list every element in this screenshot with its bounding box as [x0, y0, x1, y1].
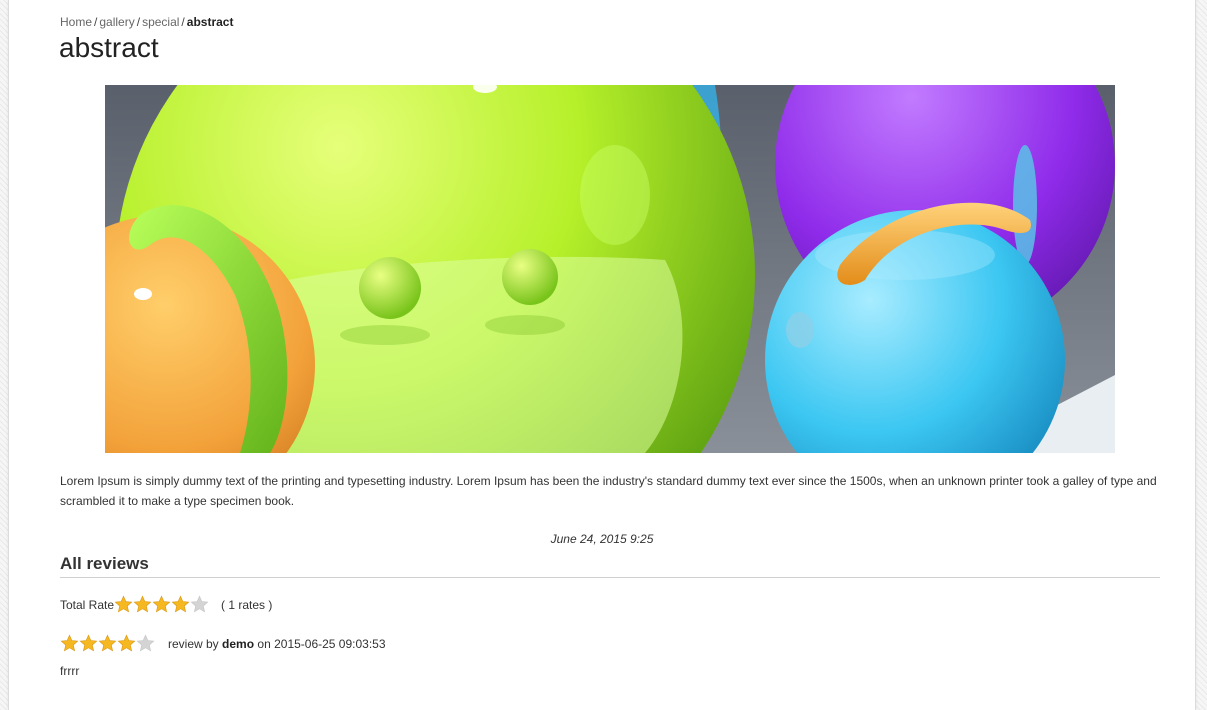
page-container: Home / gallery / special / abstract abstract	[8, 0, 1196, 710]
rates-count: ( 1 rates )	[221, 597, 273, 612]
abstract-spheres-illustration	[105, 85, 1115, 453]
star-filled-icon	[133, 595, 152, 614]
gallery-image[interactable]	[105, 85, 1115, 453]
star-filled-icon	[60, 634, 79, 653]
total-rate-stars	[114, 595, 209, 614]
star-filled-icon	[152, 595, 171, 614]
review-on-label: on	[257, 636, 271, 651]
star-filled-icon	[117, 634, 136, 653]
star-filled-icon	[171, 595, 190, 614]
breadcrumb: Home / gallery / special / abstract	[60, 15, 233, 29]
total-rate-label: Total Rate	[60, 597, 115, 612]
review-author: demo	[222, 636, 255, 651]
reviews-heading: All reviews	[60, 554, 1160, 578]
star-filled-icon	[79, 634, 98, 653]
breadcrumb-separator: /	[136, 15, 141, 29]
total-rate: Total Rate ( 1 rates )	[60, 595, 272, 614]
review-item: review by demo on 2015-06-25 09:03:53	[60, 634, 386, 653]
breadcrumb-gallery[interactable]: gallery	[99, 15, 134, 29]
review-text: frrrr	[60, 664, 80, 678]
breadcrumb-special[interactable]: special	[142, 15, 179, 29]
page-title: abstract	[59, 32, 159, 63]
breadcrumb-current: abstract	[186, 15, 234, 29]
star-empty-icon	[190, 595, 209, 614]
image-description: Lorem Ipsum is simply dummy text of the …	[60, 474, 1157, 508]
review-stars	[60, 634, 155, 653]
star-filled-icon	[98, 634, 117, 653]
star-empty-icon	[136, 634, 155, 653]
review-meta: review by demo on 2015-06-25 09:03:53	[168, 637, 386, 651]
review-by-label: review by	[168, 636, 219, 651]
breadcrumb-separator: /	[94, 15, 98, 29]
post-date: June 24, 2015 9:25	[550, 532, 654, 546]
breadcrumb-home[interactable]: Home	[60, 15, 92, 29]
breadcrumb-separator: /	[181, 15, 185, 29]
star-filled-icon	[114, 595, 133, 614]
review-datetime: 2015-06-25 09:03:53	[274, 636, 386, 651]
